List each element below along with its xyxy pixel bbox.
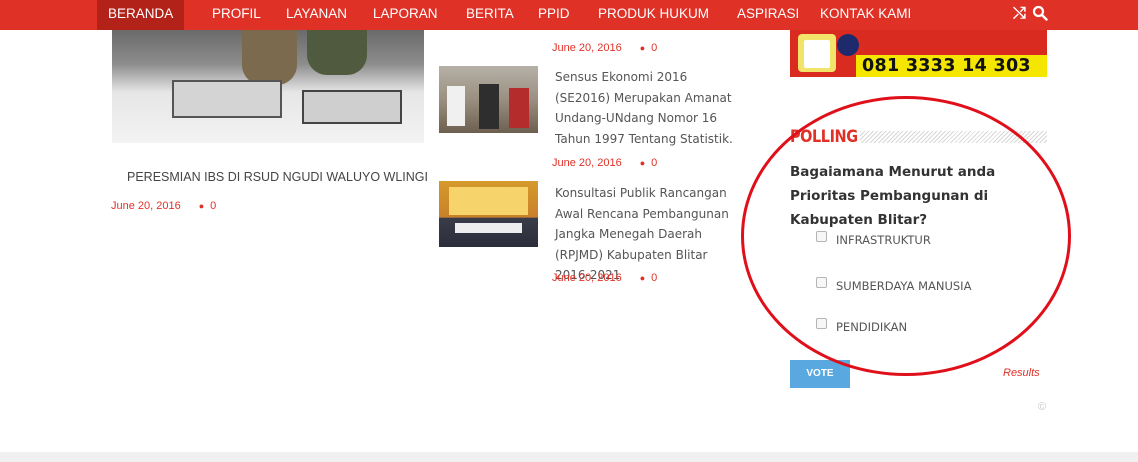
image-table — [455, 223, 522, 233]
comment-icon: ● — [639, 158, 646, 168]
article-date: June 20, 2016 — [552, 157, 622, 169]
comment-count[interactable]: 0 — [651, 42, 657, 54]
search-icon-glyph — [1032, 5, 1048, 21]
search-icon[interactable] — [1032, 5, 1048, 24]
article-meta: June 20, 2016 ● 0 — [552, 272, 657, 284]
image-figure — [479, 84, 499, 129]
image-banner — [449, 187, 528, 215]
featured-article-title[interactable]: PERESMIAN IBS DI RSUD NGUDI WALUYO WLING… — [127, 170, 428, 184]
nav-berita[interactable]: BERITA — [466, 0, 514, 30]
shuffle-icon[interactable]: ⤭ — [1013, 5, 1026, 23]
article-thumbnail[interactable] — [439, 181, 538, 247]
image-figure — [242, 30, 297, 85]
annotation-circle — [741, 96, 1071, 376]
hotline-number: 081 3333 14 303 — [856, 55, 1047, 77]
comment-icon: ● — [639, 273, 646, 283]
results-link[interactable]: Results — [1003, 367, 1040, 379]
nav-kontak-kami[interactable]: KONTAK KAMI — [820, 0, 911, 30]
featured-article-meta: June 20, 2016 ● 0 — [111, 200, 216, 212]
image-figure — [307, 30, 367, 75]
nav-ppid[interactable]: PPID — [538, 0, 570, 30]
article-title[interactable]: Sensus Ekonomi 2016 (SE2016) Merupakan A… — [555, 67, 745, 149]
nav-layanan[interactable]: LAYANAN — [286, 0, 347, 30]
comment-count[interactable]: 0 — [651, 272, 657, 284]
image-figure — [509, 88, 529, 128]
featured-article-image[interactable] — [112, 30, 424, 143]
comment-icon: ● — [198, 201, 205, 211]
nav-produk-hukum[interactable]: PRODUK HUKUM — [598, 0, 709, 30]
article-date: June 20, 2016 — [552, 272, 622, 284]
article-date: June 20, 2016 — [111, 200, 181, 212]
image-plaque — [302, 90, 402, 124]
image-plaque — [172, 80, 282, 118]
hotline-banner[interactable]: 081 3333 14 303 — [790, 30, 1047, 77]
article-title[interactable]: Konsultasi Publik Rancangan Awal Rencana… — [555, 183, 745, 286]
comment-count[interactable]: 0 — [651, 157, 657, 169]
footer-band — [0, 452, 1138, 462]
nav-laporan[interactable]: LAPORAN — [373, 0, 438, 30]
comment-count[interactable]: 0 — [210, 200, 216, 212]
emblem-icon — [837, 34, 859, 56]
article-thumbnail[interactable] — [439, 66, 538, 133]
image-figure — [447, 86, 465, 126]
copyright-icon: © — [1038, 401, 1047, 413]
article-meta: June 20, 2016 ● 0 — [552, 157, 657, 169]
comment-icon: ● — [639, 43, 646, 53]
nav-beranda[interactable]: BERANDA — [97, 0, 185, 30]
nav-aspirasi[interactable]: ASPIRASI — [737, 0, 799, 30]
article-meta: June 20, 2016 ● 0 — [552, 42, 657, 54]
article-date: June 20, 2016 — [552, 42, 622, 54]
phone-logo-inner — [804, 40, 830, 68]
nav-profil[interactable]: PROFIL — [212, 0, 261, 30]
